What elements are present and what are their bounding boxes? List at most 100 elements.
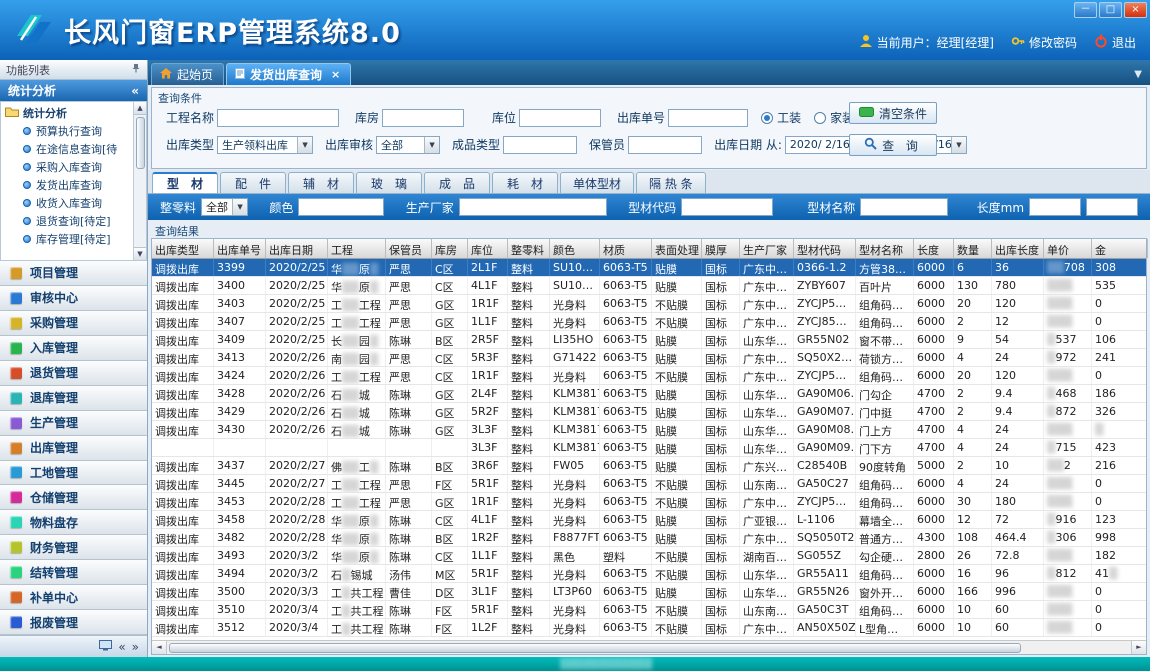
project-name-input[interactable] xyxy=(217,109,339,127)
profile-name-input[interactable] xyxy=(860,198,948,216)
change-password-link[interactable]: 修改密码 xyxy=(1011,34,1077,51)
sidebar-module-3[interactable]: 入库管理 xyxy=(0,336,147,361)
table-row[interactable]: 调拨出库34132020/2/26南▒▒园▒严思C区5R3F整料G7142260… xyxy=(152,349,1146,367)
collapse-icon[interactable]: « xyxy=(131,84,139,98)
sidebar-module-13[interactable]: 补单中心 xyxy=(0,585,147,610)
table-row[interactable]: 调拨出库34582020/2/28华▒▒原▒陈琳C区4L1F整料光身料6063-… xyxy=(152,511,1146,529)
horizontal-scrollbar[interactable]: ◄ ► xyxy=(152,640,1146,654)
scroll-thumb[interactable] xyxy=(136,117,145,169)
nav-left-icon[interactable]: « xyxy=(118,640,125,654)
close-button[interactable]: × xyxy=(1124,2,1147,18)
table-row[interactable]: 调拨出库34002020/2/25华▒▒原▒严思C区4L1F整料SU10…606… xyxy=(152,277,1146,295)
column-header[interactable]: 生产厂家 xyxy=(740,239,794,258)
clear-conditions-button[interactable]: 清空条件 xyxy=(849,102,937,124)
tab-overflow-icon[interactable]: ▼ xyxy=(1134,69,1142,80)
tree-item[interactable]: 预算执行查询 xyxy=(5,122,132,140)
sidebar-module-8[interactable]: 工地管理 xyxy=(0,461,147,486)
column-header[interactable]: 长度 xyxy=(914,239,954,258)
column-header[interactable]: 出库长度 xyxy=(992,239,1044,258)
column-header[interactable]: 出库日期 xyxy=(266,239,328,258)
material-tab-2[interactable]: 辅 材 xyxy=(288,172,354,193)
outbound-audit-select[interactable]: 全部 ▼ xyxy=(376,136,440,154)
location-input[interactable] xyxy=(519,109,601,127)
tree-scrollbar[interactable]: ▲ ▼ xyxy=(133,102,146,260)
table-row[interactable]: 调拨出库34942020/3/2石▒锡城汤伟M区5R1F整料光身料6063-T5… xyxy=(152,565,1146,583)
column-header[interactable]: 型材代码 xyxy=(794,239,856,258)
sidebar-module-7[interactable]: 出库管理 xyxy=(0,436,147,461)
length-max-input[interactable] xyxy=(1086,198,1138,216)
radio-work-clothes[interactable]: 工装 xyxy=(761,109,801,126)
search-button[interactable]: 查 询 xyxy=(849,134,937,156)
material-tab-5[interactable]: 耗 材 xyxy=(492,172,558,193)
sidebar-module-0[interactable]: 项目管理 xyxy=(0,261,147,286)
sidebar-module-2[interactable]: 采购管理 xyxy=(0,311,147,336)
scroll-left-icon[interactable]: ◄ xyxy=(152,641,167,654)
column-header[interactable]: 库位 xyxy=(468,239,508,258)
sidebar-module-11[interactable]: 财务管理 xyxy=(0,535,147,560)
table-row[interactable]: 调拨出库34372020/2/27佛▒▒工▒陈琳B区3R6F整料FW056063… xyxy=(152,457,1146,475)
pin-icon[interactable] xyxy=(131,63,141,76)
sidebar-module-1[interactable]: 审核中心 xyxy=(0,286,147,311)
profile-code-input[interactable] xyxy=(681,198,773,216)
outbound-no-input[interactable] xyxy=(668,109,748,127)
column-header[interactable]: 数量 xyxy=(954,239,992,258)
minimize-button[interactable]: － xyxy=(1074,2,1097,18)
column-header[interactable]: 库房 xyxy=(432,239,468,258)
column-header[interactable]: 出库类型 xyxy=(152,239,214,258)
tab-shipment-outbound-query[interactable]: 发货出库查询 × xyxy=(226,63,351,85)
outbound-type-select[interactable]: 生产领料出库 ▼ xyxy=(217,136,313,154)
product-type-input[interactable] xyxy=(503,136,577,154)
material-tab-0[interactable]: 型 材 xyxy=(152,172,218,193)
table-row[interactable]: 调拨出库34292020/2/26石▒▒城陈琳G区5R2F整料KLM381760… xyxy=(152,403,1146,421)
table-row[interactable]: 调拨出库34092020/2/25长▒▒园▒陈琳B区2R5F整料LI35HO60… xyxy=(152,331,1146,349)
nav-right-icon[interactable]: » xyxy=(132,640,139,654)
column-header[interactable]: 材质 xyxy=(600,239,652,258)
column-header[interactable]: 工程 xyxy=(328,239,386,258)
table-row[interactable]: 调拨出库34452020/2/27工▒▒工程严思F区5R1F整料光身料6063-… xyxy=(152,475,1146,493)
column-header[interactable]: 颜色 xyxy=(550,239,600,258)
material-tab-1[interactable]: 配 件 xyxy=(220,172,286,193)
whole-part-select[interactable]: 全部 ▼ xyxy=(201,198,248,216)
tab-close-icon[interactable]: × xyxy=(331,68,340,81)
column-header[interactable]: 整零料 xyxy=(508,239,550,258)
table-row[interactable]: 3L3F整料KLM38176063-T5贴膜国标山东华…GA90M09…门下方4… xyxy=(152,439,1146,457)
sidebar-module-5[interactable]: 退库管理 xyxy=(0,386,147,411)
table-row[interactable]: 调拨出库34032020/2/25工▒▒工程严思G区1R1F整料光身料6063-… xyxy=(152,295,1146,313)
sidebar-module-6[interactable]: 生产管理 xyxy=(0,411,147,436)
table-row[interactable]: 调拨出库34532020/2/28工▒▒工程严思G区1R1F整料光身料6063-… xyxy=(152,493,1146,511)
manufacturer-input[interactable] xyxy=(459,198,607,216)
monitor-icon[interactable] xyxy=(99,640,112,654)
column-header[interactable]: 出库单号 xyxy=(214,239,266,258)
color-input[interactable] xyxy=(298,198,384,216)
length-min-input[interactable] xyxy=(1029,198,1081,216)
scroll-right-icon[interactable]: ► xyxy=(1131,641,1146,654)
tree-item[interactable]: 收货入库查询 xyxy=(5,194,132,212)
material-tab-3[interactable]: 玻 璃 xyxy=(356,172,422,193)
scroll-up-icon[interactable]: ▲ xyxy=(134,102,147,115)
column-header[interactable]: 表面处理 xyxy=(652,239,702,258)
table-row[interactable]: 调拨出库34242020/2/26工▒▒工程严思C区1R1F整料光身料6063-… xyxy=(152,367,1146,385)
table-row[interactable]: 调拨出库35002020/3/3工▒共工程曹佳D区3L1F整料LT3P60606… xyxy=(152,583,1146,601)
table-row[interactable]: 调拨出库34932020/3/2华▒▒原▒陈琳C区1L1F整料黑色塑料不贴膜国标… xyxy=(152,547,1146,565)
material-tab-7[interactable]: 隔 热 条 xyxy=(636,172,706,193)
maximize-button[interactable]: □ xyxy=(1099,2,1122,18)
logout-button[interactable]: 退出 xyxy=(1094,34,1136,51)
table-row[interactable]: 调拨出库35102020/3/4工▒共工程陈琳F区5R1F整料光身料6063-T… xyxy=(152,601,1146,619)
sidebar-module-14[interactable]: 报废管理 xyxy=(0,610,147,635)
tree-item[interactable]: 库存管理[待定] xyxy=(5,230,132,248)
column-header[interactable]: 膜厚 xyxy=(702,239,740,258)
warehouse-input[interactable] xyxy=(382,109,464,127)
keeper-input[interactable] xyxy=(628,136,702,154)
material-tab-4[interactable]: 成 品 xyxy=(424,172,490,193)
table-row[interactable]: 调拨出库34302020/2/26石▒▒城陈琳G区3L3F整料KLM381760… xyxy=(152,421,1146,439)
table-row[interactable]: 调拨出库34822020/2/28华▒▒原▒陈琳B区1R2F整料F8877FT6… xyxy=(152,529,1146,547)
scroll-down-icon[interactable]: ▼ xyxy=(134,247,147,260)
column-header[interactable]: 单价 xyxy=(1044,239,1092,258)
tree-item[interactable]: 在途信息查询[待 xyxy=(5,140,132,158)
table-row[interactable]: 调拨出库34282020/2/26石▒▒城陈琳G区2L4F整料KLM381760… xyxy=(152,385,1146,403)
column-header[interactable]: 金 xyxy=(1092,239,1148,258)
table-row[interactable]: 调拨出库33992020/2/25华▒▒原▒严思C区2L1F整料SU10…606… xyxy=(152,259,1146,277)
sidebar-group-statistics[interactable]: 统计分析 « xyxy=(0,80,147,101)
tree-root[interactable]: 统计分析 xyxy=(5,104,132,122)
column-header[interactable]: 保管员 xyxy=(386,239,432,258)
